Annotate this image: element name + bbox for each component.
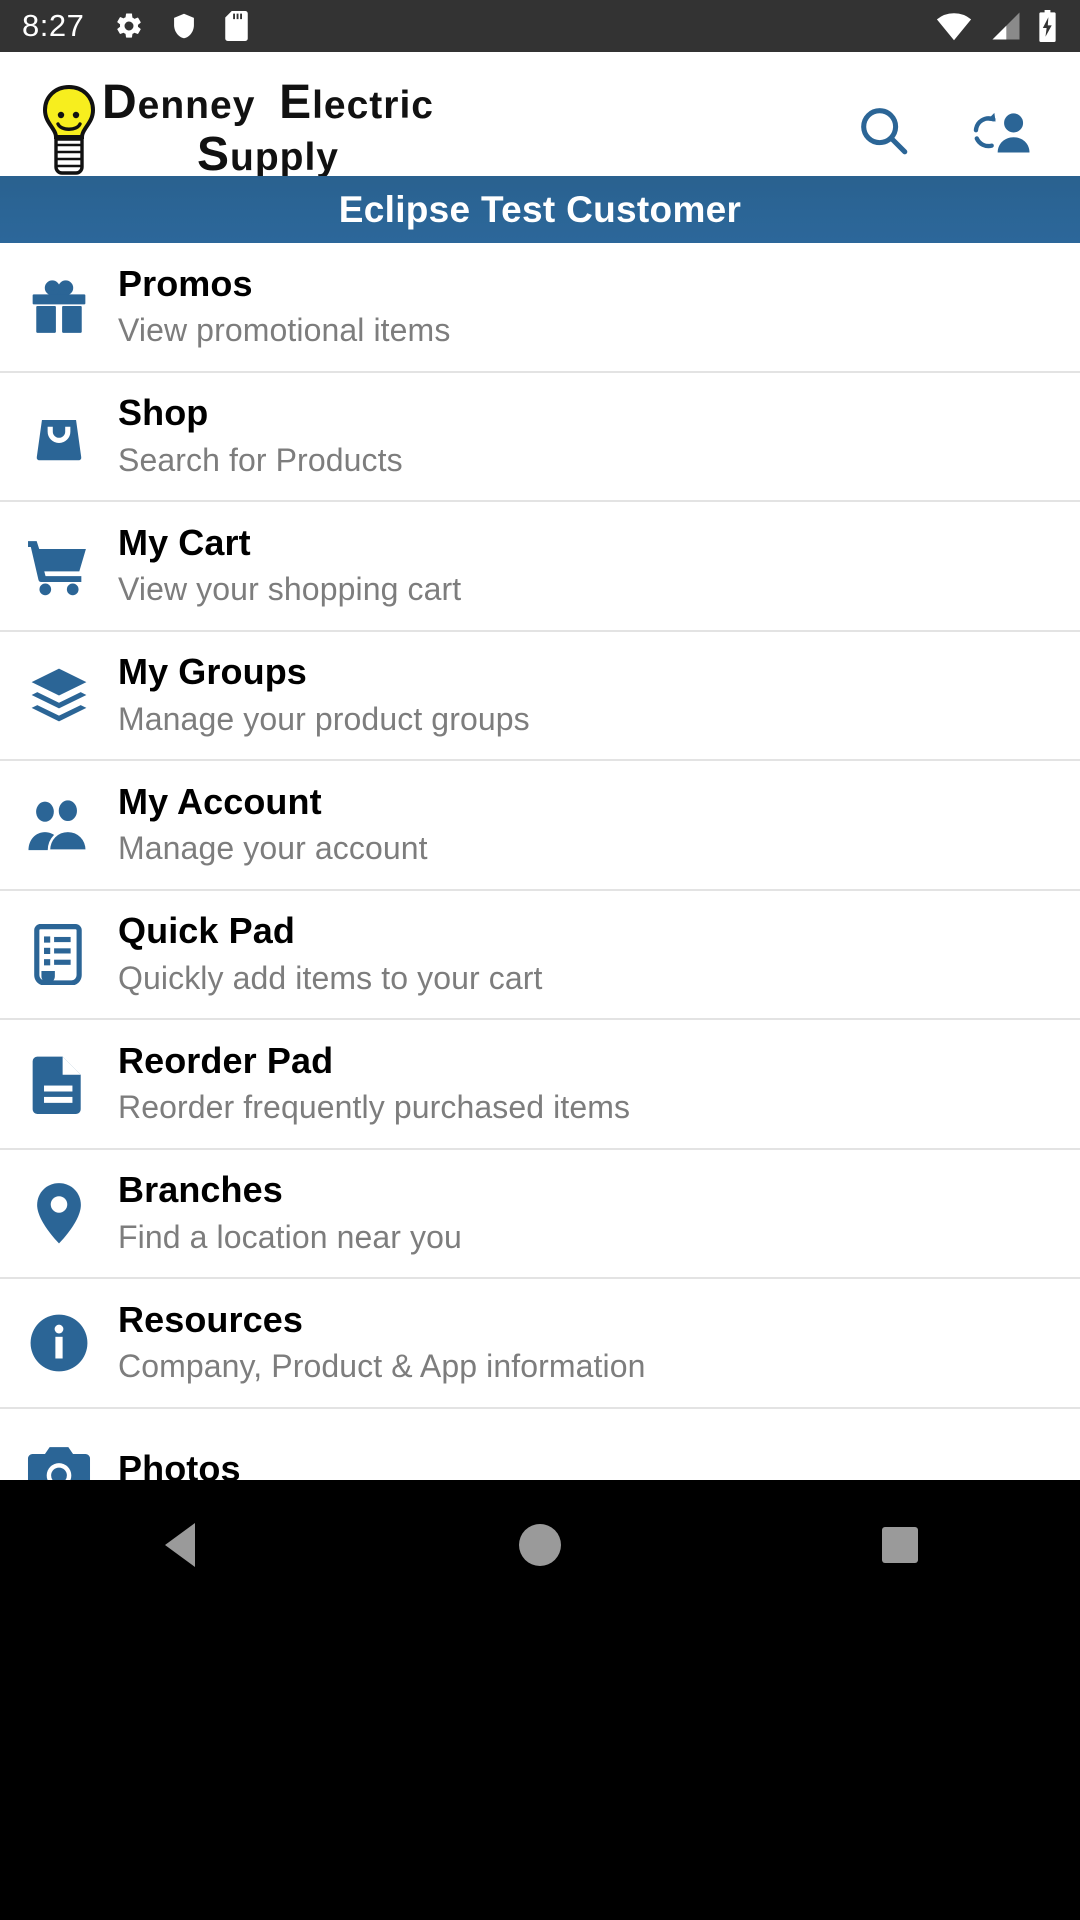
wifi-icon (936, 11, 972, 41)
menu-item-text: Photos (118, 1447, 241, 1480)
menu-item-title: Shop (118, 392, 209, 434)
menu-item-title: Branches (118, 1169, 283, 1211)
menu-item-title: Quick Pad (118, 910, 295, 952)
menu-item-text: Promos View promotional items (118, 262, 451, 350)
battery-charging-icon (1037, 10, 1058, 42)
recents-square-icon (882, 1527, 918, 1563)
menu-item-subtitle: Manage your product groups (118, 700, 530, 737)
cell-signal-icon (988, 11, 1021, 41)
nav-buttons (0, 1480, 1080, 1610)
menu-item-text: Reorder Pad Reorder frequently purchased… (118, 1039, 631, 1127)
shopping-bag-icon (0, 372, 118, 501)
menu-item-shop[interactable]: Shop Search for Products (0, 372, 1080, 502)
menu-item-text: My Groups Manage your product groups (118, 652, 530, 738)
android-nav-bar (0, 1480, 1080, 1920)
menu-item-promos[interactable]: Promos View promotional items (0, 243, 1080, 373)
brand-logo[interactable]: Denney Electric Supply (38, 79, 434, 181)
menu-item-photos[interactable]: Photos (0, 1408, 1080, 1480)
menu-item-quick-pad[interactable]: Quick Pad Quickly add items to your cart (0, 890, 1080, 1020)
status-right-icons (936, 10, 1058, 42)
back-triangle-icon (165, 1523, 195, 1567)
status-clock: 8:27 (22, 8, 85, 43)
document-icon (0, 1019, 118, 1148)
menu-item-resources[interactable]: Resources Company, Product & App informa… (0, 1279, 1080, 1409)
menu-item-subtitle: Quickly add items to your cart (118, 959, 543, 996)
receipt-list-icon (0, 890, 118, 1019)
menu-item-my-cart[interactable]: My Cart View your shopping cart (0, 502, 1080, 632)
brand-logo-line-2: Supply (196, 128, 339, 181)
layers-icon (0, 631, 118, 760)
status-bar: 8:27 (0, 0, 1080, 52)
customer-name: Eclipse Test Customer (338, 188, 742, 230)
lightbulb-logo-icon (38, 83, 100, 179)
menu-item-title: My Groups (118, 651, 307, 693)
camera-icon (0, 1408, 118, 1480)
menu-item-text: My Cart View your shopping cart (118, 521, 462, 609)
shopping-cart-icon (0, 501, 118, 630)
gift-icon (0, 243, 118, 371)
menu-item-branches[interactable]: Branches Find a location near you (0, 1149, 1080, 1279)
menu-item-subtitle: Reorder frequently purchased items (118, 1089, 631, 1126)
home-circle-icon (519, 1524, 561, 1566)
back-button[interactable] (0, 1480, 360, 1610)
brand-logo-text: Denney Electric Supply (102, 79, 434, 179)
menu-item-title: Reorder Pad (118, 1039, 334, 1081)
menu-item-subtitle: View your shopping cart (118, 571, 462, 608)
menu-item-subtitle: Manage your account (118, 830, 428, 867)
menu-item-subtitle: Company, Product & App information (118, 1348, 646, 1385)
menu-item-text: Shop Search for Products (118, 393, 403, 479)
menu-item-text: My Account Manage your account (118, 780, 428, 868)
sd-card-icon (224, 11, 249, 41)
recents-button[interactable] (720, 1480, 1080, 1610)
menu-item-title: Resources (118, 1298, 303, 1340)
switch-user-icon[interactable] (968, 97, 1036, 165)
people-icon (0, 760, 118, 889)
menu-item-text: Quick Pad Quickly add items to your cart (118, 911, 542, 997)
gear-icon (114, 11, 144, 41)
menu-item-my-account[interactable]: My Account Manage your account (0, 761, 1080, 891)
status-left-icons (114, 11, 249, 41)
header-actions (850, 97, 1080, 165)
menu-item-my-groups[interactable]: My Groups Manage your product groups (0, 631, 1080, 761)
menu-item-title: My Account (118, 780, 322, 822)
customer-banner: Eclipse Test Customer (0, 176, 1080, 243)
menu-item-text: Branches Find a location near you (118, 1170, 462, 1256)
menu-item-text: Resources Company, Product & App informa… (118, 1298, 646, 1386)
menu-item-title: Photos (118, 1447, 241, 1480)
map-pin-icon (0, 1149, 118, 1278)
menu-item-subtitle: View promotional items (118, 312, 451, 349)
search-icon[interactable] (850, 97, 918, 165)
menu-item-subtitle: Search for Products (118, 441, 403, 478)
menu-item-reorder-pad[interactable]: Reorder Pad Reorder frequently purchased… (0, 1020, 1080, 1150)
brand-logo-line-1: Denney Electric (102, 76, 434, 129)
main-menu-list: Promos View promotional items Shop Searc… (0, 243, 1080, 1480)
menu-item-subtitle: Find a location near you (118, 1218, 462, 1255)
shield-icon (170, 11, 198, 41)
home-button[interactable] (360, 1480, 720, 1610)
menu-item-title: Promos (118, 262, 253, 304)
menu-item-title: My Cart (118, 521, 251, 563)
info-circle-icon (0, 1278, 118, 1407)
